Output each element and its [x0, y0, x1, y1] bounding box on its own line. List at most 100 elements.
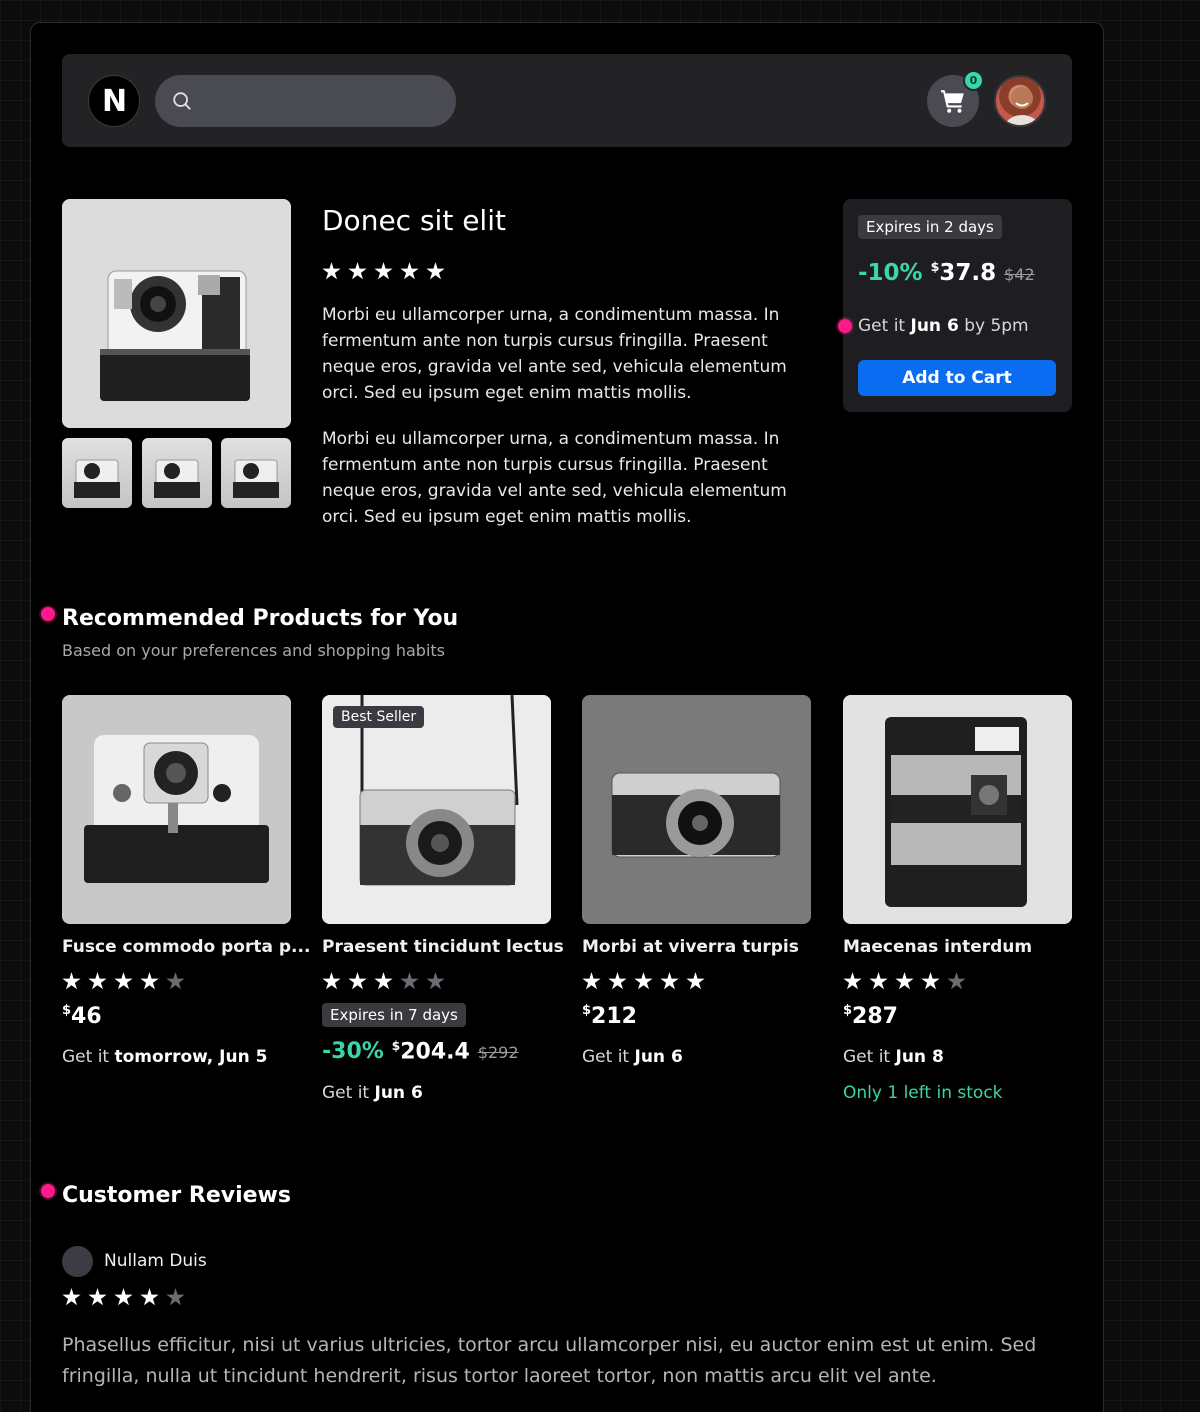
price-value: 37.8 — [939, 259, 997, 286]
price-value: 212 — [591, 1004, 637, 1029]
product-card-rating — [62, 972, 185, 991]
best-seller-badge: Best Seller — [333, 706, 425, 728]
star-filled-icon — [869, 972, 888, 990]
star-filled-icon — [140, 1288, 159, 1306]
star-filled-icon — [322, 262, 341, 280]
recommended-title: Recommended Products for You — [62, 606, 459, 631]
star-filled-icon — [660, 972, 679, 990]
product-title: Donec sit elit — [322, 204, 506, 237]
delivery-info: Get it Jun 6 — [322, 1083, 423, 1103]
product-rating — [322, 262, 445, 281]
product-card-image[interactable] — [62, 695, 291, 924]
instant-camera-image — [62, 199, 291, 428]
buybox-price-row: -10% $37.8 $42 — [858, 259, 1035, 286]
star-filled-icon — [348, 972, 367, 990]
product-card-image[interactable] — [582, 695, 811, 924]
expires-tag: Expires in 7 days — [322, 1003, 466, 1027]
delivery-date: Jun 6 — [374, 1083, 423, 1103]
delivery-date: tomorrow, Jun 5 — [114, 1047, 268, 1067]
star-empty-icon — [166, 1288, 185, 1306]
recommended-subtitle: Based on your preferences and shopping h… — [62, 641, 446, 660]
star-filled-icon — [62, 972, 81, 990]
delivery-info: Get it Jun 6 — [582, 1047, 683, 1067]
product-card-price: $46 — [62, 1003, 102, 1029]
original-price: $42 — [1004, 264, 1035, 284]
logo-letter: N — [101, 83, 127, 119]
star-filled-icon — [608, 972, 627, 990]
star-filled-icon — [921, 972, 940, 990]
vintage-camera-image — [582, 695, 811, 924]
star-filled-icon — [374, 972, 393, 990]
thumbnail-image — [233, 459, 279, 498]
delivery-date: Jun 6 — [634, 1047, 683, 1067]
star-filled-icon — [62, 1288, 81, 1306]
product-description: Morbi eu ullamcorper urna, a condimentum… — [322, 429, 787, 527]
delivery-prefix: Get it — [582, 1047, 630, 1067]
logo[interactable]: N — [88, 75, 140, 127]
user-avatar[interactable] — [994, 75, 1046, 127]
rangefinder-camera-image — [322, 695, 551, 924]
thumbnail-image — [74, 459, 120, 498]
star-filled-icon — [114, 972, 133, 990]
star-filled-icon — [140, 972, 159, 990]
star-empty-icon — [426, 972, 445, 990]
currency-symbol: $ — [843, 1003, 853, 1018]
currency-symbol: $ — [391, 1039, 401, 1053]
product-card-name[interactable]: Morbi at viverra turpis — [582, 937, 799, 957]
product-card-name[interactable]: Praesent tincidunt lectus — [322, 937, 564, 957]
star-filled-icon — [348, 262, 367, 280]
search-input[interactable] — [201, 92, 451, 110]
delivery-prefix: Get it — [322, 1083, 370, 1103]
expires-tag: Expires in 2 days — [858, 215, 1002, 239]
product-main-image[interactable] — [62, 199, 291, 428]
instant-camera-image — [62, 695, 291, 924]
reviewer-avatar — [62, 1246, 93, 1277]
currency-symbol: $ — [582, 1003, 592, 1018]
delivery-prefix: Get it — [843, 1047, 891, 1067]
price-value: 287 — [852, 1004, 898, 1029]
product-thumbnail[interactable] — [62, 438, 132, 508]
star-empty-icon — [166, 972, 185, 990]
price-value: 46 — [71, 1004, 102, 1029]
product-description: Morbi eu ullamcorper urna, a condimentum… — [322, 305, 787, 403]
star-filled-icon — [686, 972, 705, 990]
discount-percent: -30% — [322, 1039, 384, 1065]
cart-count-badge: 0 — [963, 70, 984, 91]
add-to-cart-button[interactable]: Add to Cart — [858, 360, 1056, 396]
delivery-info: Get it tomorrow, Jun 5 — [62, 1047, 267, 1067]
product-card-price: $212 — [582, 1003, 637, 1029]
delivery-prefix: Get it — [62, 1047, 110, 1067]
star-filled-icon — [88, 1288, 107, 1306]
search-bar[interactable] — [155, 75, 456, 127]
star-filled-icon — [88, 972, 107, 990]
hotspot-marker[interactable] — [41, 607, 55, 621]
instant-camera-image — [843, 695, 1072, 924]
product-card-rating — [582, 972, 705, 991]
stock-status: Only 1 left in stock — [843, 1083, 1003, 1103]
product-card-price-row: -30% $204.4 $292 — [322, 1039, 519, 1064]
product-thumbnail[interactable] — [142, 438, 212, 508]
product-card-image[interactable] — [322, 695, 551, 924]
hotspot-marker[interactable] — [41, 1184, 55, 1198]
star-filled-icon — [114, 1288, 133, 1306]
product-thumbnail[interactable] — [221, 438, 291, 508]
reviewer-name: Nullam Duis — [104, 1251, 207, 1271]
product-card-price: $287 — [843, 1003, 898, 1029]
star-filled-icon — [634, 972, 653, 990]
product-card-image[interactable] — [843, 695, 1072, 924]
star-filled-icon — [400, 262, 419, 280]
price-value: 204.4 — [400, 1039, 470, 1065]
search-icon — [173, 92, 191, 110]
currency-symbol: $ — [62, 1003, 72, 1018]
delivery-suffix: by 5pm — [964, 316, 1029, 336]
discount-percent: -10% — [858, 259, 923, 286]
star-filled-icon — [322, 972, 341, 990]
star-filled-icon — [426, 262, 445, 280]
star-empty-icon — [947, 972, 966, 990]
hotspot-marker[interactable] — [838, 319, 852, 333]
current-price: $204.4 — [392, 1039, 470, 1064]
product-card-name[interactable]: Maecenas interdum — [843, 937, 1032, 957]
delivery-date: Jun 8 — [895, 1047, 944, 1067]
star-empty-icon — [400, 972, 419, 990]
product-card-name[interactable]: Fusce commodo porta p... — [62, 937, 310, 957]
